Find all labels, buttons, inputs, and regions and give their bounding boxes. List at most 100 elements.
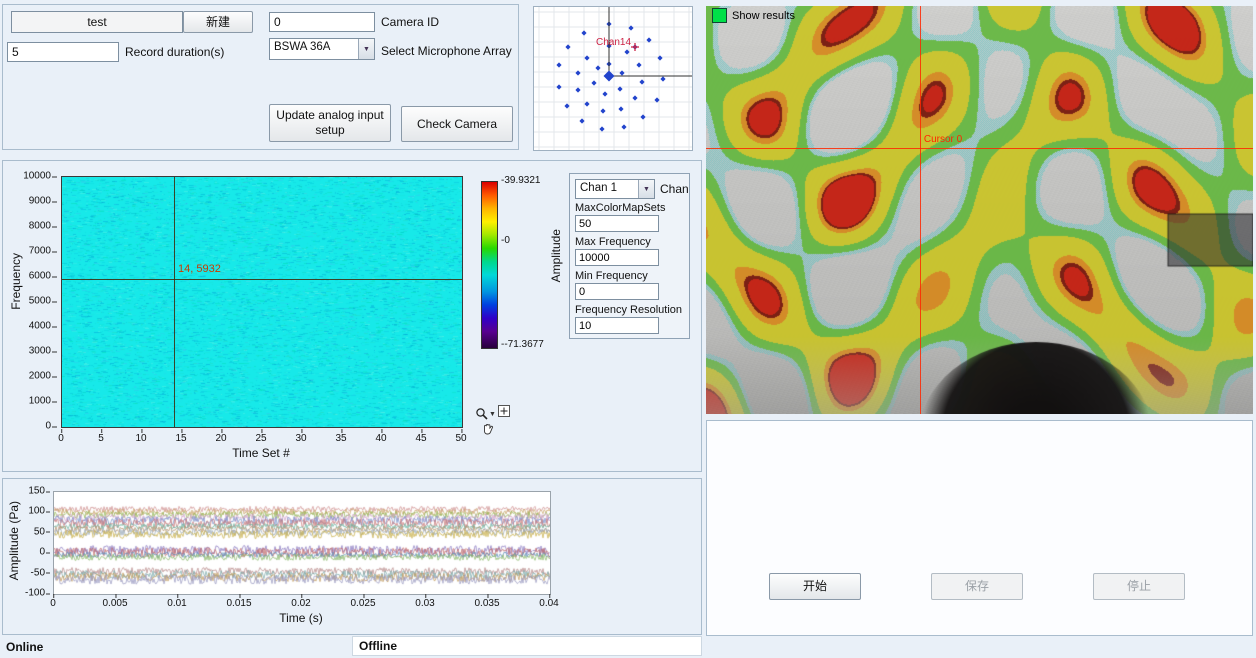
show-results-led — [712, 8, 727, 23]
record-duration-input[interactable] — [7, 42, 119, 62]
spectrogram-cursor-hline[interactable] — [62, 279, 462, 280]
spectrogram-panel: Frequency 100009000800070006000500040003… — [2, 160, 702, 472]
tick-label: 0.025 — [350, 598, 375, 609]
channel-label: Chan — [660, 182, 689, 196]
tick-label: 3000 — [7, 346, 51, 357]
tick-label: 0 — [7, 547, 45, 558]
colorbar-mid-value: -0 — [501, 235, 510, 246]
frequency-resolution-input[interactable] — [575, 317, 659, 334]
stop-button[interactable]: 停止 — [1093, 573, 1185, 600]
spectrogram-x-axis-ticks: 05101520253035404550 — [61, 431, 461, 443]
tick-label: 100 — [7, 506, 45, 517]
camera-cursor-vline[interactable] — [920, 6, 921, 414]
offline-status-field: Offline — [352, 636, 702, 656]
channel-selected-value: Chan 1 — [576, 180, 638, 198]
tick-label: 9000 — [7, 196, 51, 207]
tick-label: 5 — [98, 433, 104, 444]
tick-label: 150 — [7, 486, 45, 497]
tick-label: 20 — [215, 433, 226, 444]
tick-label: 6000 — [7, 271, 51, 282]
tick-label: 0.035 — [474, 598, 499, 609]
camera-cursor-label: Cursor 0 — [924, 134, 962, 145]
amplitude-colorbar — [481, 181, 498, 349]
tick-label: 10 — [135, 433, 146, 444]
tick-label: 0.01 — [167, 598, 186, 609]
waveform-canvas[interactable] — [54, 492, 550, 594]
tick-label: 0.015 — [226, 598, 251, 609]
frequency-resolution-label: Frequency Resolution — [575, 304, 682, 316]
tick-label: 0.04 — [539, 598, 558, 609]
spectrogram-cursor-label: 14, 5932 — [178, 263, 221, 275]
camera-id-label: Camera ID — [381, 15, 439, 29]
pan-hand-tool-icon[interactable] — [481, 422, 494, 435]
new-button[interactable]: 新建 — [183, 11, 253, 33]
tick-label: 7000 — [7, 246, 51, 257]
tick-label: 0.03 — [415, 598, 434, 609]
min-frequency-input[interactable] — [575, 283, 659, 300]
cursor-tool-icon[interactable] — [498, 405, 510, 417]
online-status-label: Online — [6, 640, 43, 654]
tick-label: 8000 — [7, 221, 51, 232]
max-frequency-label: Max Frequency — [575, 236, 651, 248]
record-duration-label: Record duration(s) — [125, 45, 224, 59]
waveform-y-axis-ticks: 150100500-50-100 — [11, 491, 49, 593]
waveform-x-axis-ticks: 00.0050.010.0150.020.0250.030.0350.04 — [53, 596, 549, 608]
channel-dropdown[interactable]: Chan 1 ▼ — [575, 179, 655, 199]
spectrogram-x-axis-label: Time Set # — [61, 446, 461, 460]
zoom-tool-dropdown-icon[interactable]: ▼ — [489, 411, 496, 418]
tick-label: 40 — [375, 433, 386, 444]
show-results-indicator: Show results — [712, 8, 795, 23]
setup-panel: 新建 Camera ID Record duration(s) BSWA 36A… — [2, 4, 519, 150]
zoom-tool-icon[interactable] — [475, 407, 489, 421]
camera-cursor-hline[interactable] — [706, 148, 1253, 149]
camera-view[interactable]: Show results Cursor 0 — [706, 6, 1253, 414]
mic-array-dropdown[interactable]: BSWA 36A ▼ — [269, 38, 375, 60]
tick-label: 4000 — [7, 321, 51, 332]
graph-tools: ▼ — [475, 405, 519, 445]
max-frequency-input[interactable] — [575, 249, 659, 266]
tick-label: 15 — [175, 433, 186, 444]
camera-id-input[interactable] — [269, 12, 375, 32]
colorbar-max-value: -39.9321 — [501, 175, 540, 186]
spectrogram-canvas[interactable] — [62, 177, 462, 427]
acoustic-image-canvas[interactable] — [706, 6, 1253, 414]
dropdown-arrow-icon: ▼ — [638, 180, 654, 198]
waveform-x-axis-label: Time (s) — [53, 611, 549, 625]
tick-label: 45 — [415, 433, 426, 444]
tick-label: -50 — [7, 567, 45, 578]
tick-label: 30 — [295, 433, 306, 444]
spectrogram-cursor-vline[interactable] — [174, 177, 175, 427]
actions-panel: 开始 保存 停止 — [706, 420, 1253, 636]
min-frequency-label: Min Frequency — [575, 270, 648, 282]
update-analog-input-button[interactable]: Update analog input setup — [269, 104, 391, 142]
check-camera-button[interactable]: Check Camera — [401, 106, 513, 142]
spectrogram-plot[interactable]: 14, 5932 — [61, 176, 463, 428]
mic-array-geometry-plot[interactable] — [534, 7, 692, 150]
tick-label: 1000 — [7, 396, 51, 407]
display-controls-box: Chan 1 ▼ Chan MaxColorMapSets Max Freque… — [569, 173, 690, 339]
show-results-label: Show results — [732, 10, 795, 22]
test-name-input[interactable] — [11, 11, 183, 33]
colorbar-axis-label: Amplitude — [549, 229, 563, 282]
waveform-plot[interactable] — [53, 491, 551, 595]
mic-channel-cursor-label: Chan14 — [596, 37, 631, 48]
mic-array-label: Select Microphone Array — [381, 44, 512, 58]
mic-array-selected-value: BSWA 36A — [270, 39, 358, 59]
max-colormap-label: MaxColorMapSets — [575, 202, 665, 214]
tick-label: -100 — [7, 588, 45, 599]
offline-status-label: Offline — [359, 639, 397, 653]
colorbar-min-value: --71.3677 — [501, 339, 544, 350]
tick-label: 5000 — [7, 296, 51, 307]
mic-array-plot[interactable]: Chan14 — [533, 6, 693, 151]
start-button[interactable]: 开始 — [769, 573, 861, 600]
tick-label: 35 — [335, 433, 346, 444]
max-colormap-input[interactable] — [575, 215, 659, 232]
save-button[interactable]: 保存 — [931, 573, 1023, 600]
tick-label: 0 — [58, 433, 64, 444]
spectrogram-y-axis-ticks: 1000090008000700060005000400030002000100… — [13, 176, 57, 426]
waveform-panel: Amplitude (Pa) 150100500-50-100 00.0050.… — [2, 478, 702, 635]
tick-label: 50 — [7, 526, 45, 537]
dropdown-arrow-icon: ▼ — [358, 39, 374, 59]
tick-label: 0 — [7, 421, 51, 432]
tick-label: 50 — [455, 433, 466, 444]
